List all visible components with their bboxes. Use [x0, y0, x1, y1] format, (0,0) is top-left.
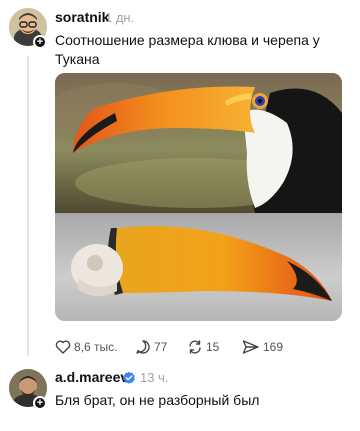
like-button[interactable]: 8,6 тыс.	[55, 337, 117, 357]
reply-text: Бля брат, он не разборный был	[55, 392, 260, 408]
comment-button[interactable]: 77	[135, 337, 167, 357]
reply-time: 13 ч.	[140, 370, 169, 385]
toucan-photo[interactable]	[55, 73, 342, 213]
share-icon	[242, 340, 259, 354]
post-text: Соотношение размера клюва и черепа у Тук…	[55, 32, 320, 67]
repost-count: 15	[206, 340, 220, 354]
share-button[interactable]: 169	[242, 337, 283, 357]
action-bar: 8,6 тыс. 77 15 169	[55, 337, 345, 357]
comment-count: 77	[154, 340, 168, 354]
repost-icon	[189, 340, 201, 354]
like-count: 8,6 тыс.	[74, 340, 118, 354]
verified-badge-icon	[123, 371, 135, 384]
toucan-skull-photo[interactable]	[55, 213, 342, 321]
share-count: 169	[263, 340, 284, 354]
thread-connector-line	[27, 56, 29, 356]
reply-follow-plus-icon[interactable]: +	[33, 396, 47, 410]
post-time: 1 дн.	[105, 10, 135, 25]
reply-username[interactable]: a.d.mareev	[55, 369, 128, 385]
follow-plus-icon[interactable]: +	[33, 35, 47, 49]
comment-icon	[136, 340, 150, 354]
post-username[interactable]: soratnik	[55, 9, 109, 25]
repost-button[interactable]: 15	[187, 337, 219, 357]
heart-icon	[55, 340, 71, 354]
